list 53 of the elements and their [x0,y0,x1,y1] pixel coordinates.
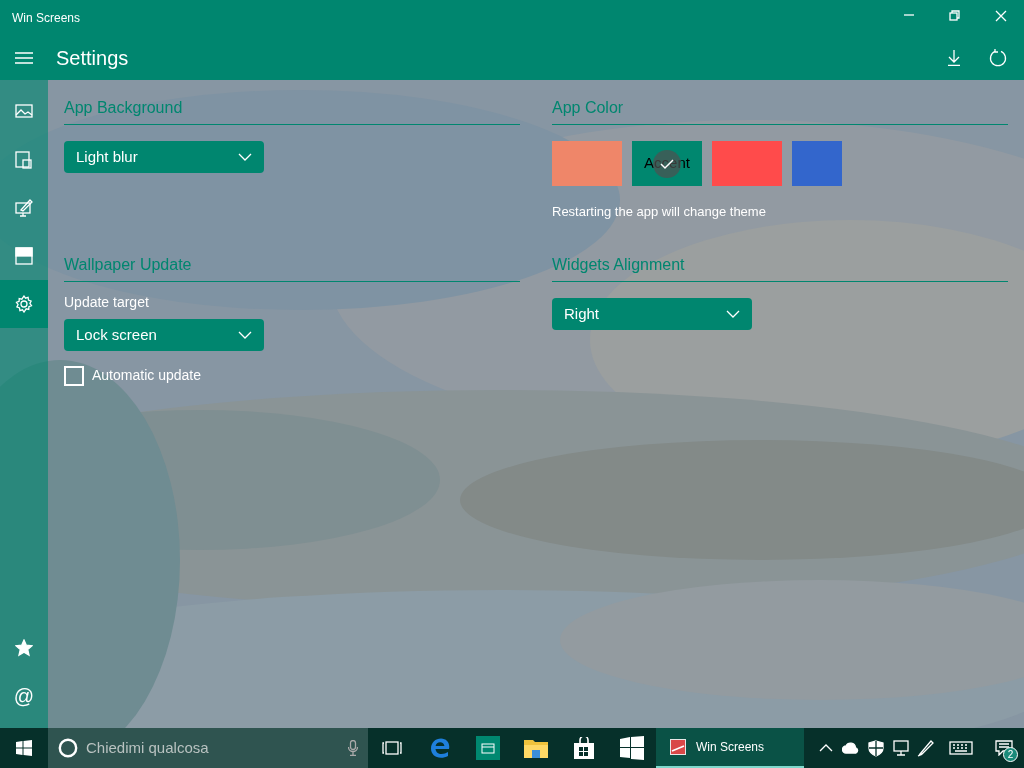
dropdown[interactable]: Lock screen [64,319,264,351]
app-icon [670,739,686,755]
sidebar-item[interactable] [0,280,48,328]
dropdown[interactable]: Right [552,298,752,330]
section-heading: App Color [552,96,1008,125]
star-icon [15,639,33,657]
settings-icon [15,295,33,313]
browser-icon [429,737,451,759]
search-box[interactable]: Chiedimi qualcosa [48,728,368,768]
section-heading: Widgets Alignment [552,253,1008,282]
color-swatch[interactable] [712,141,782,186]
restore-icon [949,10,961,22]
page-title: Settings [56,46,129,71]
section-heading: Wallpaper Update [64,253,520,282]
half-square-icon [15,247,33,265]
windows-icon [16,740,32,756]
chevron-icon [238,153,252,161]
dropdown[interactable]: Light blur [64,141,264,173]
keyboard-icon [949,741,973,755]
refresh-icon [989,49,1007,67]
field-label: Update target [64,293,150,312]
cortana-icon [58,738,78,758]
download-icon [947,50,961,66]
notification-count: 2 [1003,747,1018,762]
app-icon [476,736,500,760]
folder-icon [524,738,548,758]
color-swatch[interactable] [552,141,622,186]
search-field[interactable]: Chiedimi qualcosa [84,735,342,761]
chevron-icon [726,310,740,318]
close-icon [995,10,1007,22]
monitor-pen-icon [15,199,33,217]
task-view-icon [382,741,402,755]
store-icon [573,737,595,759]
chevron-icon [238,331,252,339]
notifications-button[interactable]: 2 [984,728,1024,768]
taskbar-button[interactable]: Win Screens [656,728,804,768]
color-swatch[interactable] [792,141,842,186]
shield-icon [867,739,884,757]
hint-text: Restarting the app will change theme [552,203,767,221]
cloud-icon [841,741,860,755]
menu-icon [15,52,33,64]
section-heading: App Background [64,96,520,125]
image-icon [15,103,33,121]
window-title: Win Screens [12,10,81,27]
sidebar-item[interactable]: @ [0,672,48,720]
pen-icon [917,739,934,757]
network-icon [892,740,909,756]
message-icon [995,740,1013,756]
tiles-icon [620,736,644,760]
chevron-up-icon [818,744,833,752]
microphone-icon [348,740,358,756]
devices-icon [15,151,33,169]
checkbox[interactable]: Automatic update [64,365,201,386]
